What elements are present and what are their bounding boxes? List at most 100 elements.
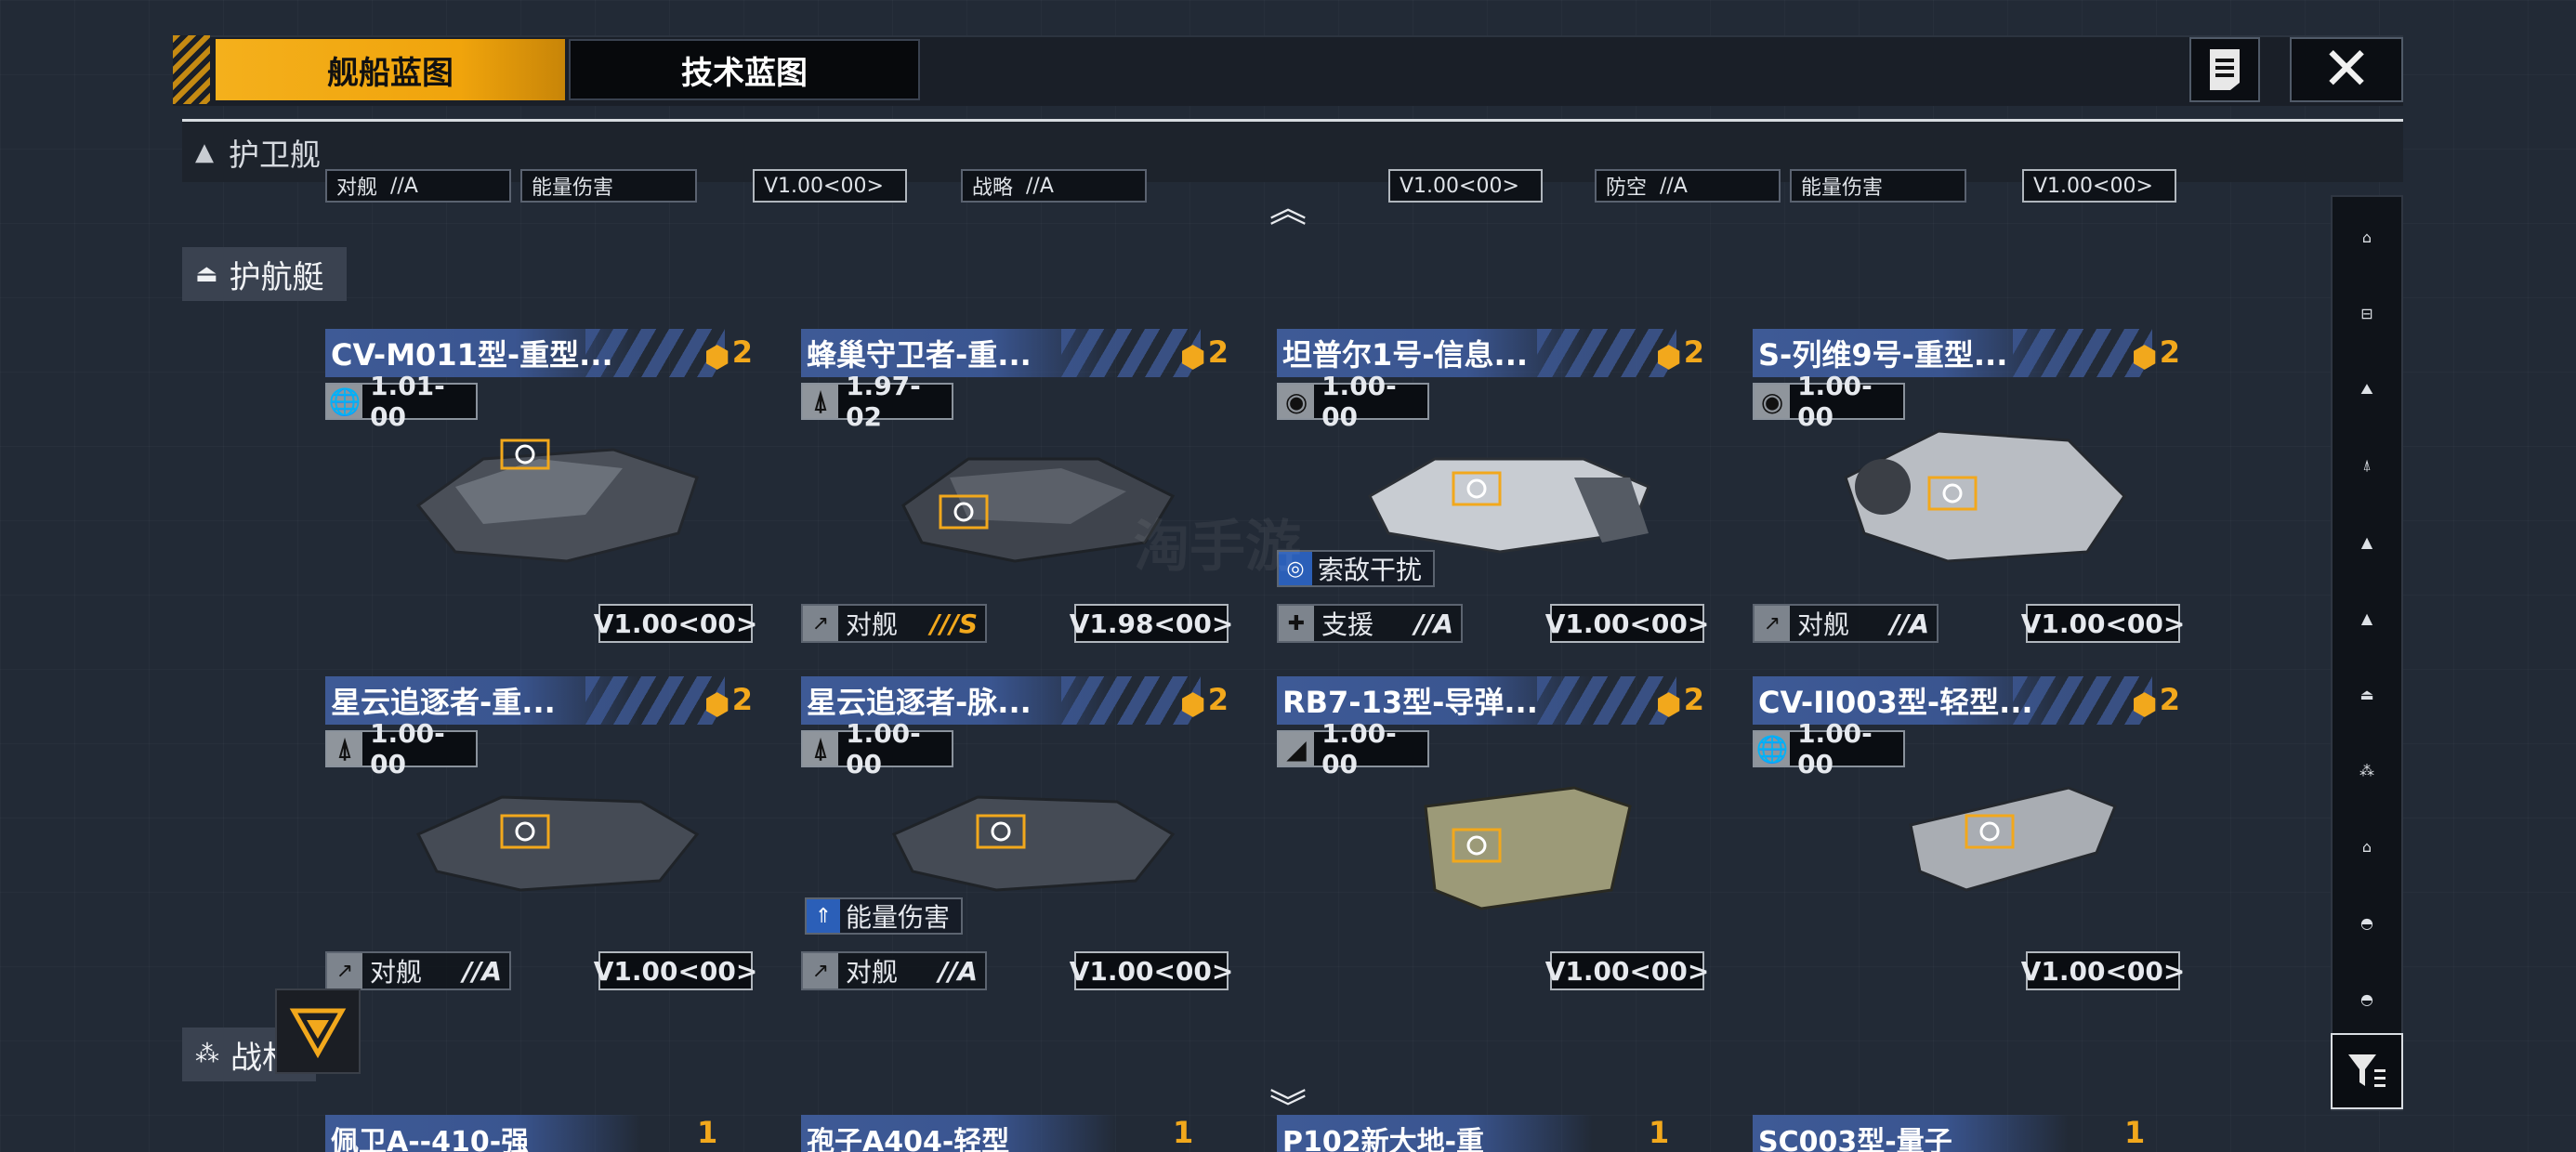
notes-button[interactable] [2189,37,2260,102]
close-button[interactable]: ✕ [2290,35,2403,104]
role-box: ↗ 对舰///S [801,604,987,643]
ship-card[interactable]: RB7-13型-导弹... ⬢ 2 ◢ 1.00-00 V1.00<00> [1277,676,1709,1000]
scroll-up-chevron-icon[interactable]: ︽ [1266,178,1310,232]
notes-icon [2210,49,2240,90]
sidebar-item-11[interactable]: ◓ [2340,972,2394,1026]
sidebar-item-3[interactable]: ⛰ [2340,362,2394,416]
cruiser-icon: ⍋ [2362,456,2372,474]
sidebar-item-5[interactable]: ▲ [2340,515,2394,569]
blueprint-badge-icon: ⬢ [1179,687,1206,722]
radar-icon: ◉ [1279,385,1315,418]
missile-icon: ⍋ [803,385,839,418]
energy-damage-icon: ⇑ [807,899,840,933]
partial-version: V1.00<00> [2022,169,2176,203]
role-box: ✚ 支援//A [1277,604,1463,643]
corvette-icon: ⏏ [2359,685,2374,703]
role-box: ↗ 对舰//A [1753,604,1939,643]
blueprint-badge-icon: ⬢ [703,339,730,374]
carrier-icon: ⊟ [2360,304,2373,322]
tab-ship-blueprints[interactable]: 舰船蓝图 [216,39,565,100]
partial-role-box: 防空 //A [1595,169,1781,203]
close-icon: ✕ [2321,35,2372,104]
blueprint-badge-icon: ⬢ [1179,339,1206,374]
sidebar-item-6[interactable]: ▲ [2340,591,2394,645]
sidebar-item-1[interactable]: ⌂ [2340,210,2394,264]
watermark: 淘手游 [1134,515,1301,580]
launcher-icon: ◢ [1279,732,1315,766]
partial-role-box: 战略 //A [961,169,1147,203]
corvette-icon: ⏏ [195,260,218,288]
ship-card[interactable]: CV-II003型-轻型... ⬢ 2 🌐 1.00-00 V1.00<00> [1753,676,2185,1000]
ship-tag: ⇑ 能量伤害 [805,897,964,935]
missile-icon: ⍋ [327,732,363,766]
station-icon: ⌂ [2361,837,2372,856]
sidebar-item-8[interactable]: ⁂ [2340,743,2394,797]
partial-top-row: 对舰 //A 能量伤害 V1.00<00> 战略 //A V1.00<00> 防… [325,169,2184,206]
destroyer-icon: ▲ [2360,532,2373,551]
ship-card[interactable]: S-列维9号-重型... ⬢ 2 ◉ 1.00-00 ↗ 对舰//A V1.00<00… [1753,329,2185,652]
ship-image [1844,429,2126,563]
ship-card-title: 佩卫A--410-强 [325,1115,641,1152]
emblem-icon [289,1008,347,1059]
ship-image [415,795,700,892]
globe-icon: 🌐 [1755,732,1791,766]
ship-card-title: SC003型-量子 [1753,1115,2069,1152]
dome-icon: ◓ [2360,989,2373,1008]
sidebar-item-10[interactable]: ◓ [2340,896,2394,949]
collapse-arrow-icon: ▲ [195,137,214,166]
ship-card-count: 1 [1649,1115,1670,1150]
ship-image [1909,786,2117,892]
blueprint-badge-icon: ⬢ [1655,339,1682,374]
ship-card-count: ⬢ 2 [2131,682,2180,722]
radar-icon: ◉ [1755,385,1791,418]
ship-type-sidebar: ⌂ ⊟ ⛰ ⍋ ▲ ▲ ⏏ ⁂ ⌂ ◓ ◓ [2331,195,2403,1111]
sidebar-item-7[interactable]: ⏏ [2340,667,2394,721]
ship-card[interactable]: 坦普尔1号-信息... ⬢ 2 ◉ 1.00-00 ◎ 索敌干扰 ✚ 支援//A V1.… [1277,329,1709,652]
ship-card-count: ⬢ 2 [1655,334,1704,374]
ship-card[interactable]: 星云追逐者-重... ⬢ 2 ⍋ 1.00-00 ↗ 对舰//A V1.00<00> [325,676,757,1000]
ship-image [1424,786,1632,910]
ship-card-count: ⬢ 2 [2131,334,2180,374]
filter-icon [2348,1054,2385,1087]
bottom-partial-row: 佩卫A--410-强 1 孢子A404-轻型 1 P102新大地-重 1 SC0… [325,1109,2184,1152]
sidebar-item-4[interactable]: ⍋ [2340,439,2394,492]
ship-version-bottom: V1.00<00> [1545,604,1709,643]
ship-version-bottom: V1.00<00> [2021,604,2185,643]
ship-card-count: ⬢ 2 [1179,334,1229,374]
sidebar-item-2[interactable]: ⊟ [2340,286,2394,340]
ship-version-bottom: V1.00<00> [594,604,757,643]
blueprint-badge-icon: ⬢ [703,687,730,722]
ship-card[interactable]: 星云追逐者-脉... ⬢ 2 ⍋ 1.00-00 ⇑ 能量伤害 ↗ 对舰//A V1.0… [801,676,1233,1000]
emblem-button[interactable] [275,988,361,1074]
ship-version-bottom: V1.00<00> [1545,951,1709,990]
ship-card-count: 1 [697,1115,718,1150]
ship-card-count: ⬢ 2 [1179,682,1229,722]
ship-version-bottom: V1.00<00> [594,951,757,990]
ship-card[interactable]: 蜂巢守卫者-重... ⬢ 2 ⍋ 1.97-02 ↗ 对舰///S V1.98<00> [801,329,1233,652]
blueprint-badge-icon: ⬢ [2131,339,2158,374]
ship-card-count: ⬢ 2 [703,334,753,374]
partial-version: V1.00<00> [1388,169,1543,203]
target-icon: ↗ [327,953,362,988]
tab-tech-blueprints[interactable]: 技术蓝图 [569,39,920,100]
ship-version-bottom: V1.00<00> [2021,951,2185,990]
frigate-icon: ▲ [2360,609,2373,627]
blueprint-badge-icon: ⬢ [2131,687,2158,722]
hangar-icon: ⌂ [2361,228,2372,246]
target-icon: ↗ [1755,606,1790,641]
fighter-icon: ⁂ [2359,761,2374,779]
partial-tag-box: 能量伤害 [1790,169,1966,203]
ship-image [415,439,699,563]
target-icon: ↗ [803,953,838,988]
missile-icon: ⍋ [803,732,839,766]
ship-card-title: 孢子A404-轻型 [801,1115,1117,1152]
top-bar-stripe [173,35,210,104]
ship-card[interactable]: CV-M011型-重型... ⬢ 2 🌐 1.01-00 V1.00<00> [325,329,757,652]
role-box: ↗ 对舰//A [325,951,511,990]
role-box: ↗ 对舰//A [801,951,987,990]
ship-version-bottom: V1.00<00> [1070,951,1233,990]
section-label-corvette[interactable]: ⏏ 护航艇 [182,247,347,301]
support-icon: ✚ [1279,606,1314,641]
filter-button[interactable] [2331,1033,2403,1109]
sidebar-item-9[interactable]: ⌂ [2340,819,2394,873]
